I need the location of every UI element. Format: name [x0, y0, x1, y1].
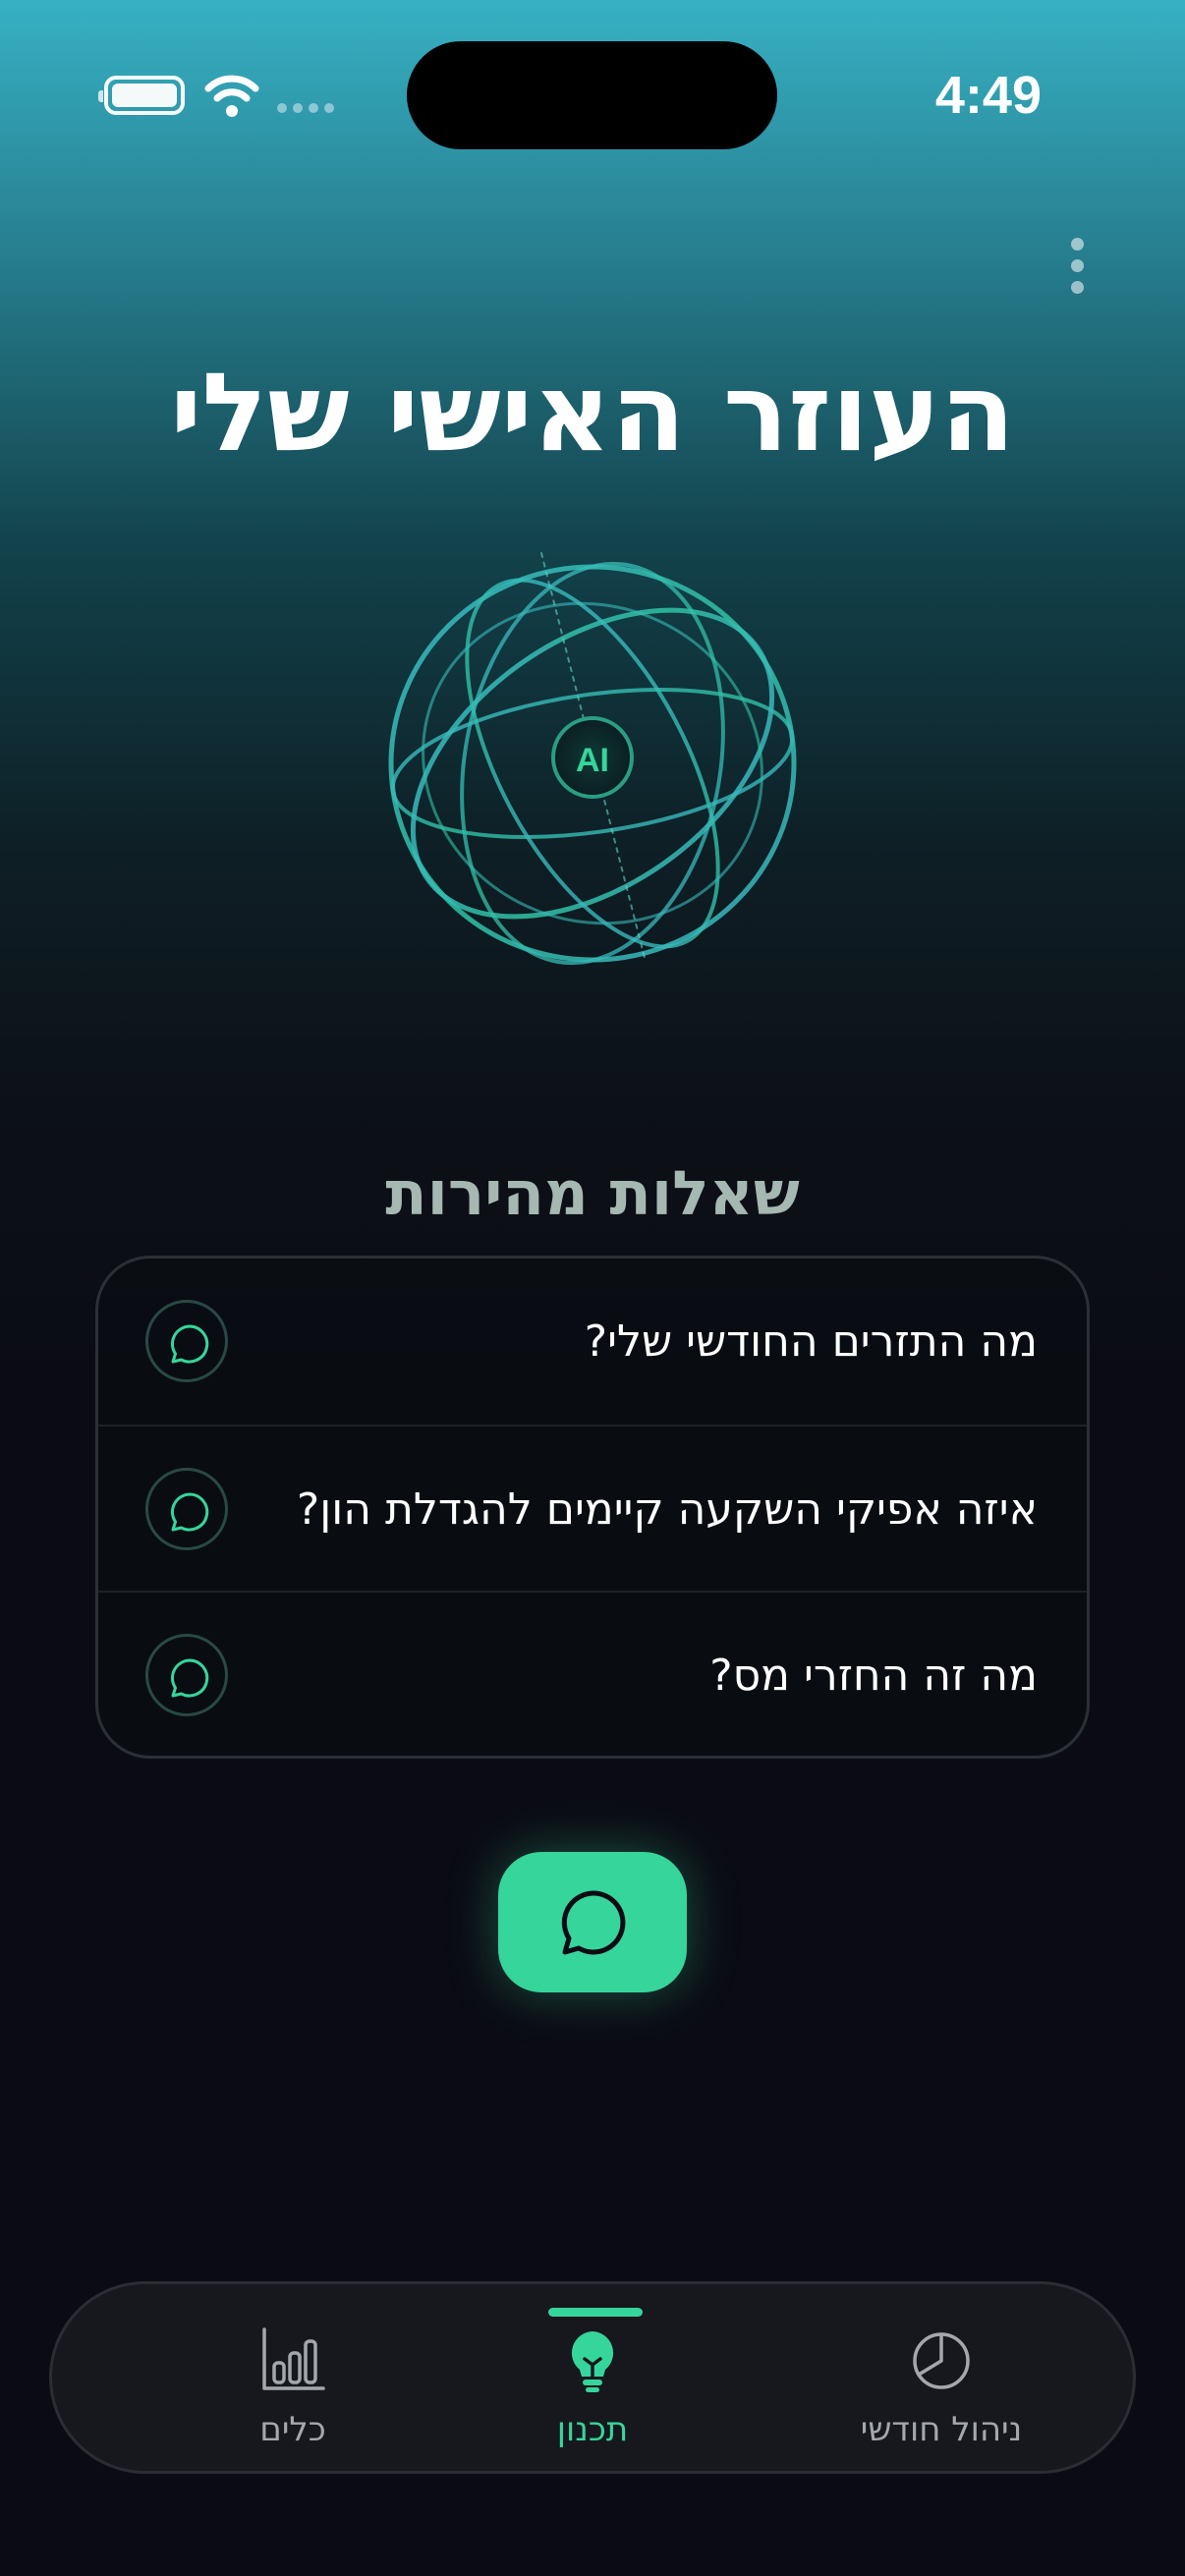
bar-chart-icon [262, 2327, 325, 2390]
quick-questions-list: מה התזרים החודשי שלי? איזה אפיקי השקעה ק… [95, 1256, 1090, 1759]
chat-bubble-icon [145, 1468, 228, 1550]
signal-icon [277, 103, 334, 113]
chat-bubble-icon [145, 1634, 228, 1716]
ai-globe-icon: AI [388, 552, 797, 966]
bottom-tab-bar: כלים תכנון ניהול חודשי [49, 2281, 1136, 2474]
chat-bubble-icon [145, 1300, 228, 1382]
dynamic-island [407, 41, 777, 149]
battery-icon [98, 76, 185, 115]
quick-question-label: מה התזרים החודשי שלי? [584, 1316, 1038, 1367]
quick-question-label: איזה אפיקי השקעה קיימים להגדלת הון? [296, 1484, 1038, 1535]
lightbulb-icon [571, 2331, 614, 2392]
tab-monthly-management[interactable]: ניהול חודשי [794, 2284, 1089, 2471]
ai-badge: AI [576, 742, 609, 779]
quick-question-item[interactable]: מה זה החזרי מס? [98, 1591, 1087, 1756]
tab-planning[interactable]: תכנון [445, 2284, 740, 2471]
chat-bubble-icon [561, 1890, 626, 1955]
tab-tools[interactable]: כלים [145, 2284, 440, 2471]
tab-planning-label: תכנון [556, 2410, 629, 2449]
pie-chart-icon [913, 2332, 970, 2389]
active-tab-indicator [548, 2308, 643, 2317]
status-bar: 4:49 [0, 0, 1185, 196]
quick-question-item[interactable]: מה התזרים החודשי שלי? [98, 1259, 1087, 1425]
tab-monthly-label: ניהול חודשי [860, 2410, 1023, 2449]
wifi-icon [204, 75, 259, 117]
more-vertical-icon[interactable] [1059, 226, 1095, 305]
status-time: 4:49 [934, 66, 1042, 125]
quick-question-item[interactable]: איזה אפיקי השקעה קיימים להגדלת הון? [98, 1425, 1087, 1591]
page-title: העוזר האישי שלי [170, 350, 1015, 476]
quick-questions-title: שאלות מהירות [385, 1157, 800, 1229]
quick-question-label: מה זה החזרי מס? [709, 1651, 1038, 1701]
tab-tools-label: כלים [259, 2410, 326, 2449]
open-chat-button[interactable] [498, 1852, 687, 1992]
